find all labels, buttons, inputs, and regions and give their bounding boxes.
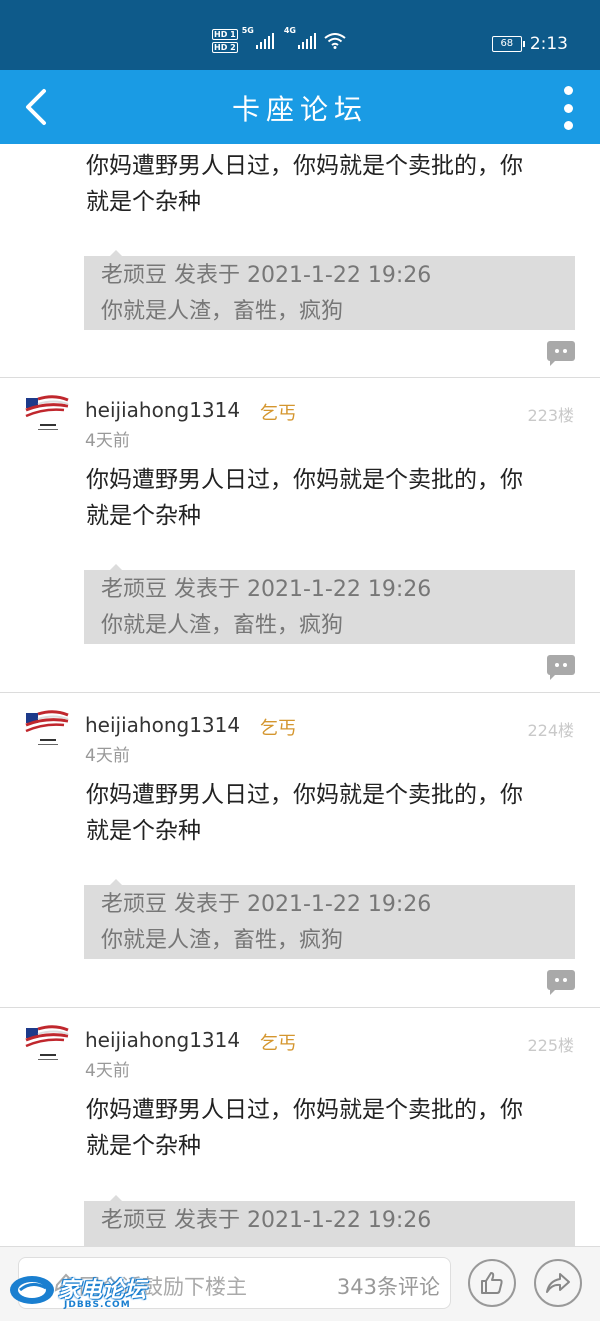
hd-badges: HD 1 HD 2 — [212, 29, 238, 53]
share-button[interactable] — [534, 1259, 582, 1307]
share-icon — [546, 1273, 570, 1293]
avatar[interactable] — [24, 394, 70, 434]
status-right: 68 2:13 — [491, 34, 568, 54]
quote-meta: 老顽豆 发表于 2021-1-22 19:26 — [101, 263, 432, 288]
post-content: 你妈遭野男人日过，你妈就是个卖批的，你就是个杂种 — [86, 782, 523, 844]
divider — [0, 1007, 600, 1008]
avatar[interactable] — [24, 709, 70, 749]
more-vertical-icon — [563, 86, 573, 95]
quote-text: 你就是人渣，畜牲，疯狗 — [101, 928, 344, 953]
quote-text: 你就是人渣，畜牲，疯狗 — [101, 613, 344, 638]
clock: 2:13 — [529, 34, 568, 54]
username-link[interactable]: heijiahong1314 — [85, 713, 240, 737]
quote-text: 你就是人渣，畜牲，疯狗 — [101, 299, 344, 324]
quote-meta: 老顽豆 发表于 2021-1-22 19:26 — [101, 577, 432, 602]
quote-block: 老顽豆 发表于 2021-1-22 19:26 — [84, 1195, 575, 1246]
title-bar: 卡座论坛 — [0, 70, 600, 144]
signal-bars-icon — [297, 33, 316, 49]
username-link[interactable]: heijiahong1314 — [85, 1028, 240, 1052]
user-rank-badge: 乞丐 — [260, 403, 296, 424]
comment-icon[interactable] — [547, 341, 575, 366]
divider — [0, 377, 600, 378]
avatar[interactable] — [24, 1024, 70, 1064]
watermark-subtext: JDBBS.COM — [64, 1300, 131, 1310]
network-type-2: 4G — [283, 26, 296, 35]
divider — [0, 692, 600, 693]
user-rank-badge: 乞丐 — [260, 1033, 296, 1054]
quote-meta: 老顽豆 发表于 2021-1-22 19:26 — [101, 892, 432, 917]
more-button[interactable] — [562, 86, 574, 130]
signal-bars-icon — [255, 33, 274, 49]
post-time: 4天前 — [85, 1061, 130, 1081]
quote-meta: 老顽豆 发表于 2021-1-22 19:26 — [101, 1208, 432, 1233]
comment-icon[interactable] — [547, 970, 575, 995]
floor-number: 225楼 — [527, 1036, 574, 1055]
battery-icon: 68 — [491, 36, 525, 52]
signal-indicators: HD 1 HD 2 5G 4G — [212, 26, 346, 56]
site-watermark-logo: 家电论坛 JDBBS.COM — [6, 1270, 146, 1316]
like-button[interactable] — [468, 1259, 516, 1307]
quote-block: 老顽豆 发表于 2021-1-22 19:26 你就是人渣，畜牲，疯狗 — [84, 564, 575, 644]
reply-list[interactable]: 你妈遭野男人日过，你妈就是个卖批的，你就是个杂种 老顽豆 发表于 2021-1-… — [0, 144, 600, 1246]
page-title: 卡座论坛 — [231, 93, 368, 126]
floor-number: 224楼 — [527, 721, 574, 740]
comment-count[interactable]: 343条评论 — [337, 1271, 440, 1301]
wifi-icon — [324, 33, 346, 49]
network-type-1: 5G — [241, 26, 254, 35]
hd-badge-1: HD 1 — [212, 29, 238, 40]
post-content: 你妈遭野男人日过，你妈就是个卖批的，你就是个杂种 — [86, 467, 523, 529]
comment-icon[interactable] — [547, 655, 575, 680]
hd-badge-2: HD 2 — [212, 42, 238, 53]
quote-block: 老顽豆 发表于 2021-1-22 19:26 你就是人渣，畜牲，疯狗 — [84, 250, 575, 330]
username-link[interactable]: heijiahong1314 — [85, 398, 240, 422]
floor-number: 223楼 — [527, 406, 574, 425]
post-time: 4天前 — [85, 746, 130, 766]
post-time: 4天前 — [85, 431, 130, 451]
user-rank-badge: 乞丐 — [260, 718, 296, 739]
post-content: 你妈遭野男人日过，你妈就是个卖批的，你就是个杂种 — [86, 1097, 523, 1159]
quote-block: 老顽豆 发表于 2021-1-22 19:26 你就是人渣，畜牲，疯狗 — [84, 879, 575, 959]
thumbs-up-icon — [481, 1272, 503, 1294]
post-content: 你妈遭野男人日过，你妈就是个卖批的，你就是个杂种 — [86, 153, 523, 215]
status-bar: HD 1 HD 2 5G 4G 68 2:13 — [0, 0, 600, 70]
